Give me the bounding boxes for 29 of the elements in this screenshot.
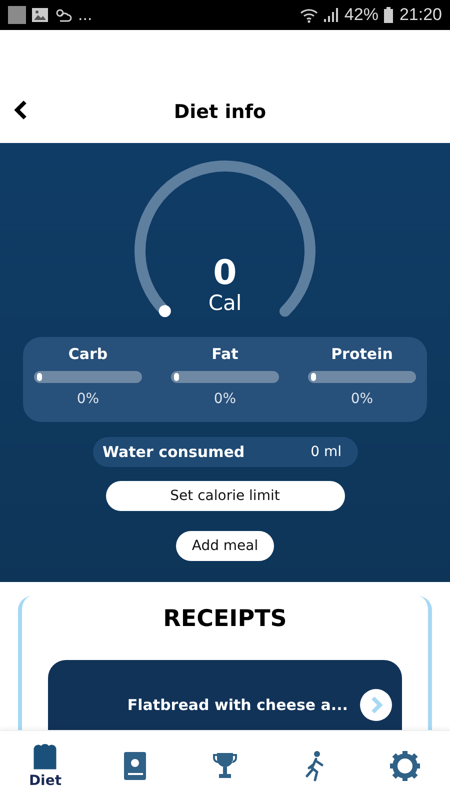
calorie-value: 0 bbox=[213, 255, 237, 291]
water-value: 0 ml bbox=[310, 444, 342, 460]
macro-percent: 0% bbox=[76, 391, 100, 407]
water-label: Water consumed bbox=[102, 443, 245, 461]
more-notifications: ... bbox=[78, 5, 92, 25]
section-title: RECEIPTS bbox=[163, 606, 287, 632]
notification-icon bbox=[8, 6, 26, 24]
nav-tab[interactable]: Diet bbox=[24, 738, 66, 792]
macro-percent: 0% bbox=[350, 391, 374, 407]
recipe-card[interactable]: Flatbread with cheese a... bbox=[48, 660, 402, 730]
page-title: Diet info bbox=[172, 101, 268, 123]
battery-icon bbox=[384, 7, 394, 23]
macro-label: Protein bbox=[331, 345, 393, 363]
wifi-icon bbox=[300, 8, 318, 22]
clock: 21:20 bbox=[399, 5, 442, 25]
signal-icon bbox=[324, 8, 338, 22]
battery-level: 42% bbox=[344, 5, 378, 25]
macro-label: Carb bbox=[68, 345, 108, 363]
back-icon bbox=[14, 100, 28, 120]
macro-percent: 0% bbox=[214, 391, 236, 407]
set-calorie-limit-button[interactable]: Set calorie limit bbox=[106, 481, 344, 511]
settings-icon bbox=[389, 750, 422, 782]
weather-icon bbox=[54, 7, 72, 23]
macro-label: Fat bbox=[212, 345, 238, 363]
add-meal-button[interactable]: Add meal bbox=[176, 531, 274, 561]
image-icon bbox=[32, 8, 48, 22]
recipe-title: Flatbread with cheese a... bbox=[127, 696, 348, 714]
chevron-right-icon[interactable] bbox=[360, 689, 392, 721]
calorie-unit: Cal bbox=[208, 291, 242, 315]
